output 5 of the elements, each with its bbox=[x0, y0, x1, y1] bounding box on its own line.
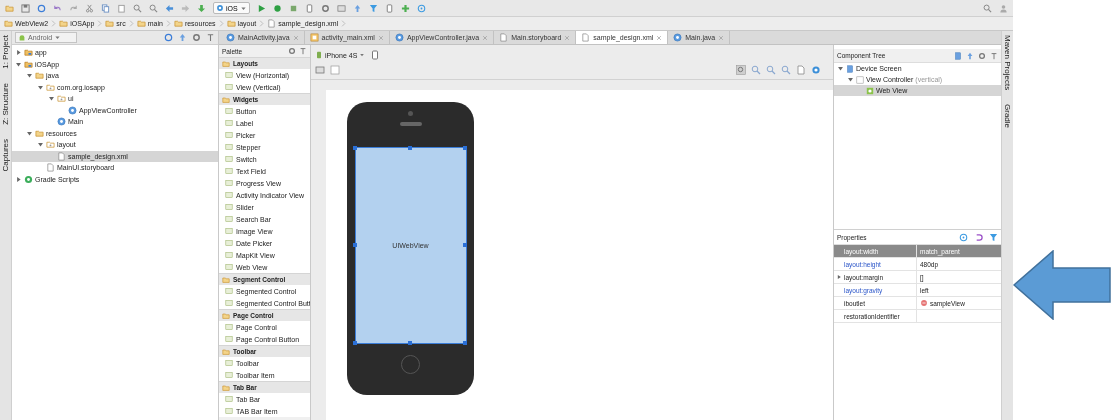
tool-window-tab[interactable]: Maven Projects bbox=[1003, 35, 1012, 91]
tool-window-tab[interactable]: Z: Structure bbox=[1, 82, 10, 125]
tool-window-tab[interactable]: Gradle bbox=[1003, 104, 1012, 129]
tool-window-tab[interactable]: 1: Project bbox=[1, 35, 10, 69]
tool-window-tab[interactable]: Captures bbox=[1, 138, 10, 172]
